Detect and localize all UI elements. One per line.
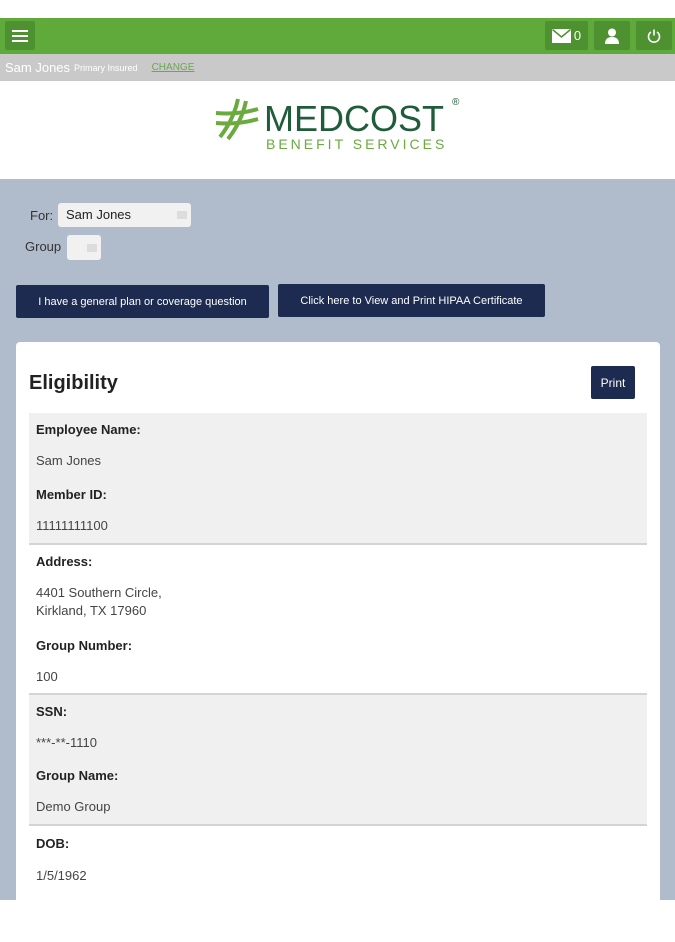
insured-role: Primary Insured [74, 62, 138, 73]
messages-button[interactable]: 0 [545, 21, 588, 50]
member-select[interactable]: Sam Jones [58, 203, 191, 227]
message-count-badge: 0 [573, 28, 582, 43]
group-number-value: 100 [36, 669, 58, 684]
member-id-label: Member ID: [36, 487, 107, 502]
for-label: For: [30, 208, 54, 223]
insured-name: Sam Jones [5, 60, 71, 75]
dob-label: DOB: [36, 836, 70, 851]
ssn-value: ***-**-1110 [36, 735, 97, 750]
change-member-link[interactable]: CHANGE [152, 62, 195, 73]
profile-button[interactable] [594, 21, 630, 50]
address-line2: Kirkland, TX 17960 [36, 603, 147, 618]
eligibility-title: Eligibility [29, 372, 118, 394]
ssn-label: SSN: [36, 704, 68, 719]
logo-registered-mark: ® [452, 97, 460, 108]
dropdown-arrow-icon [87, 244, 97, 252]
eligibility-section-dob: DOB: 1/5/1962 [29, 828, 647, 942]
hipaa-certificate-button[interactable]: Click here to View and Print HIPAA Certi… [278, 284, 545, 317]
group-number-label: Group Number: [36, 638, 133, 653]
header-logo-area: MEDCOST ® BENEFIT SERVICES [0, 81, 675, 179]
employee-name-label: Employee Name: [36, 422, 141, 437]
group-name-label: Group Name: [36, 768, 119, 783]
logo-wordmark: MEDCOST [264, 98, 444, 139]
dropdown-arrow-icon [177, 211, 187, 219]
medcost-logo: MEDCOST ® BENEFIT SERVICES [214, 95, 464, 155]
member-id-value: 11111111100 [36, 518, 108, 533]
eligibility-section-employee: Employee Name: Sam Jones Member ID: 1111… [29, 413, 647, 545]
dob-value: 1/5/1962 [36, 868, 87, 883]
eligibility-section-address: Address: 4401 Southern Circle, Kirkland,… [29, 545, 647, 695]
group-name-value: Demo Group [36, 799, 111, 814]
general-question-button[interactable]: I have a general plan or coverage questi… [16, 285, 269, 318]
power-icon [647, 29, 661, 43]
eligibility-card: Eligibility Print Employee Name: Sam Jon… [16, 342, 660, 942]
address-line1: 4401 Southern Circle, [36, 585, 162, 600]
print-button[interactable]: Print [591, 366, 635, 399]
logo-tagline: BENEFIT SERVICES [266, 136, 448, 152]
main-content: For: Sam Jones Group I have a general pl… [0, 179, 675, 942]
address-label: Address: [36, 554, 93, 569]
member-select-value: Sam Jones [66, 207, 132, 222]
hamburger-menu-icon [12, 29, 28, 42]
top-navigation-bar: 0 [0, 18, 675, 54]
envelope-icon [551, 28, 571, 43]
eligibility-section-ssn: SSN: ***-**-1110 Group Name: Demo Group [29, 695, 647, 826]
employee-name-value: Sam Jones [36, 453, 102, 468]
group-label: Group [25, 239, 62, 254]
medcost-logo-mark-icon [215, 98, 259, 141]
insured-bar: Sam Jones Primary Insured CHANGE [0, 54, 675, 81]
user-icon [605, 28, 619, 44]
group-select[interactable] [67, 235, 101, 260]
logout-button[interactable] [636, 21, 672, 50]
menu-button[interactable] [5, 21, 35, 50]
